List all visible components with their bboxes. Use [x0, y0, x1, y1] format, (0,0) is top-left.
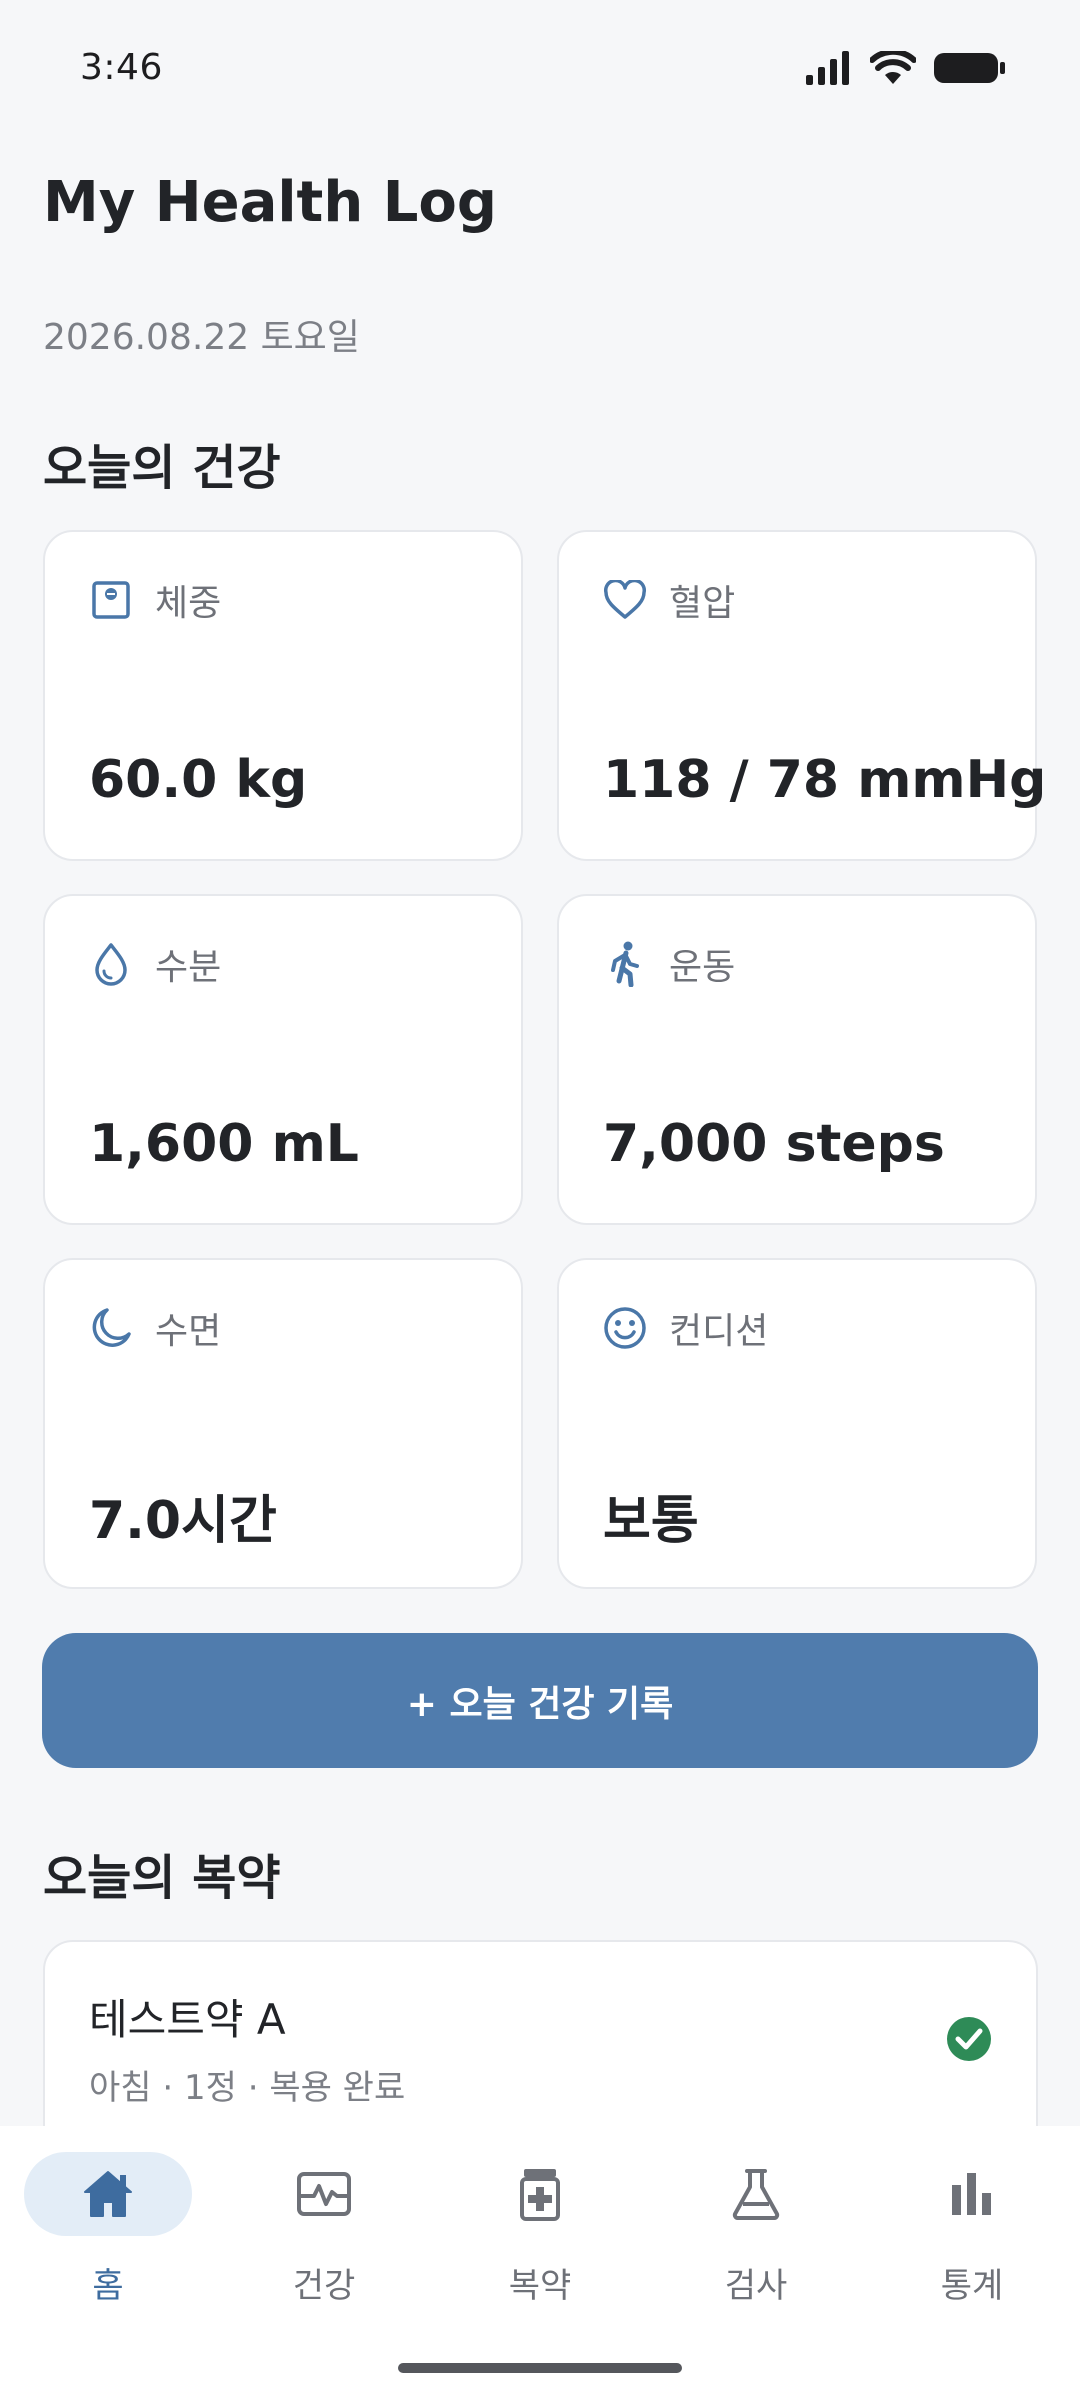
card-value: 7,000 steps: [603, 1114, 945, 1174]
metric-card-blood-pressure[interactable]: 혈압 118 / 78 mmHg: [557, 530, 1046, 861]
flask-icon: [732, 2169, 780, 2220]
metric-card-sleep[interactable]: 수면 7.0시간: [43, 1258, 523, 1589]
water-drop-icon: [89, 942, 133, 986]
card-value: 보통: [603, 1491, 699, 1551]
card-label: 컨디션: [669, 1311, 769, 1352]
metric-card-water[interactable]: 수분 1,600 mL: [43, 894, 523, 1225]
medication-name: 테스트약 A: [89, 1995, 286, 2044]
scale-icon: [89, 578, 133, 622]
nav-item-stats[interactable]: 통계: [887, 2152, 1057, 2322]
date-text: 2026.08.22 토요일: [43, 317, 360, 358]
walking-icon: [603, 941, 647, 987]
card-header: 체중: [89, 574, 221, 626]
nav-item-health[interactable]: 건강: [239, 2152, 409, 2322]
card-header: 수면: [89, 1302, 221, 1354]
wifi-icon: [870, 50, 916, 84]
status-icons: [806, 50, 1006, 85]
card-header: 운동: [603, 938, 735, 990]
medicine-icon: [520, 2169, 560, 2221]
check-circle-icon: [946, 2016, 992, 2062]
nav-label: 검사: [724, 2266, 788, 2306]
page-title: My Health Log: [43, 170, 497, 235]
nav-label: 복약: [508, 2266, 572, 2306]
metric-card-exercise[interactable]: 운동 7,000 steps: [557, 894, 1037, 1225]
home-icon: [84, 2171, 132, 2217]
today-medication-title: 오늘의 복약: [43, 1850, 281, 1906]
nav-label: 홈: [92, 2266, 124, 2306]
card-value: 60.0 kg: [89, 750, 308, 810]
home-indicator[interactable]: [398, 2363, 682, 2373]
bottom-nav: 홈 건강 복약 검사 통계: [0, 2126, 1080, 2400]
moon-icon: [89, 1306, 133, 1350]
signal-icon: [806, 50, 849, 85]
health-monitor-icon: [297, 2172, 351, 2216]
card-label: 운동: [669, 947, 736, 988]
medication-detail: 아침 · 1정 · 복용 완료: [89, 2068, 406, 2108]
card-header: 혈압: [603, 574, 735, 626]
nav-icon-wrap: [672, 2152, 840, 2236]
nav-item-home[interactable]: 홈: [23, 2152, 193, 2322]
add-health-record-button[interactable]: + 오늘 건강 기록: [42, 1633, 1038, 1768]
status-time: 3:46: [80, 47, 163, 88]
card-label: 수면: [155, 1311, 222, 1352]
metric-card-weight[interactable]: 체중 60.0 kg: [43, 530, 523, 861]
card-label: 체중: [155, 583, 222, 624]
card-value: 1,600 mL: [89, 1114, 359, 1174]
nav-item-test[interactable]: 검사: [671, 2152, 841, 2322]
nav-icon-wrap: [456, 2152, 624, 2236]
card-label: 혈압: [669, 583, 736, 624]
nav-icon-wrap: [240, 2152, 408, 2236]
card-value: 7.0시간: [89, 1491, 277, 1551]
bar-chart-icon: [952, 2173, 991, 2215]
heart-icon: [603, 578, 647, 622]
nav-active-indicator: [24, 2152, 192, 2236]
card-value: 118 / 78 mmHg: [603, 750, 1047, 810]
card-header: 컨디션: [603, 1302, 768, 1354]
status-bar: 3:46: [0, 0, 1080, 135]
card-label: 수분: [155, 947, 222, 988]
nav-label: 통계: [940, 2266, 1004, 2306]
card-header: 수분: [89, 938, 221, 990]
smiley-icon: [603, 1306, 647, 1350]
nav-label: 건강: [292, 2266, 356, 2306]
battery-icon: [934, 52, 1005, 83]
nav-item-medication[interactable]: 복약: [455, 2152, 625, 2322]
today-health-title: 오늘의 건강: [43, 440, 281, 496]
metric-card-condition[interactable]: 컨디션 보통: [557, 1258, 1037, 1589]
nav-icon-wrap: [888, 2152, 1056, 2236]
